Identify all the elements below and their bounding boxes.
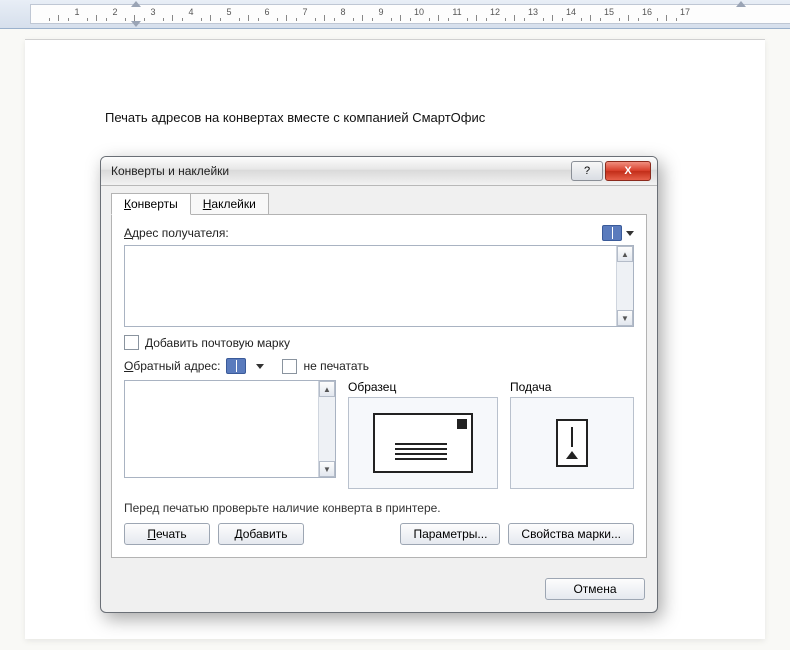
first-line-indent-marker[interactable]	[131, 1, 141, 7]
help-icon: ?	[584, 165, 590, 177]
tab-envelopes[interactable]: Конверты	[111, 193, 191, 215]
scroll-up-icon[interactable]: ▲	[319, 381, 335, 397]
return-address-input[interactable]	[125, 381, 318, 477]
tab-labels-rest: аклейки	[211, 197, 255, 211]
tab-panel-envelopes: Адрес получателя: ▲ ▼ Добавить почтовую …	[111, 214, 647, 558]
address-book-dropdown-icon[interactable]	[626, 231, 634, 236]
dialog-titlebar[interactable]: Конверты и наклейки ? X	[101, 157, 657, 186]
printer-check-hint: Перед печатью проверьте наличие конверта…	[124, 501, 634, 515]
no-print-checkbox[interactable]	[282, 359, 297, 374]
scroll-down-icon[interactable]: ▼	[617, 310, 633, 326]
envelopes-labels-dialog: Конверты и наклейки ? X Конверты Наклейк…	[100, 156, 658, 613]
add-postage-checkbox[interactable]	[124, 335, 139, 350]
recipient-address-input[interactable]	[125, 246, 616, 326]
horizontal-ruler[interactable]: 1234567891011121314151617	[0, 0, 790, 29]
scroll-up-icon[interactable]: ▲	[617, 246, 633, 262]
envelope-preview[interactable]	[348, 397, 498, 489]
scroll-down-icon[interactable]: ▼	[319, 461, 335, 477]
return-scrollbar[interactable]: ▲ ▼	[318, 381, 335, 477]
help-button[interactable]: ?	[571, 161, 603, 181]
add-to-document-button[interactable]: Добавить	[218, 523, 304, 545]
tab-strip: Конверты Наклейки	[111, 192, 647, 214]
address-book-icon[interactable]	[602, 225, 622, 241]
close-icon: X	[624, 165, 631, 177]
no-print-label: не печатать	[303, 359, 369, 373]
recipient-address-label: Адрес получателя:	[124, 226, 229, 240]
dialog-title: Конверты и наклейки	[111, 164, 569, 178]
feed-label: Подача	[510, 380, 634, 394]
print-button[interactable]: Печать	[124, 523, 210, 545]
dialog-footer: Отмена	[101, 568, 657, 612]
cancel-button[interactable]: Отмена	[545, 578, 645, 600]
recipient-address-field[interactable]: ▲ ▼	[124, 245, 634, 327]
return-address-book-icon[interactable]	[226, 358, 246, 374]
dialog-body: Конверты Наклейки Адрес получателя: ▲	[101, 186, 657, 568]
document-heading: Печать адресов на конвертах вместе с ком…	[105, 110, 725, 125]
tab-envelopes-accel: К	[124, 197, 131, 211]
tab-envelopes-rest: онверты	[131, 197, 178, 211]
add-postage-label: Добавить почтовую марку	[145, 336, 290, 350]
options-button[interactable]: Параметры...	[400, 523, 500, 545]
close-button[interactable]: X	[605, 161, 651, 181]
return-address-field[interactable]: ▲ ▼	[124, 380, 336, 478]
return-address-dropdown-icon[interactable]	[256, 364, 264, 369]
recipient-scrollbar[interactable]: ▲ ▼	[616, 246, 633, 326]
return-address-label: Обратный адрес:	[124, 359, 220, 373]
feed-preview[interactable]	[510, 397, 634, 489]
hanging-indent-marker[interactable]	[131, 21, 141, 27]
tab-labels[interactable]: Наклейки	[190, 193, 269, 215]
feed-tray-icon	[556, 419, 588, 467]
envelope-icon	[373, 413, 473, 473]
right-margin-marker[interactable]	[736, 1, 746, 7]
preview-label: Образец	[348, 380, 498, 394]
postage-properties-button[interactable]: Свойства марки...	[508, 523, 634, 545]
